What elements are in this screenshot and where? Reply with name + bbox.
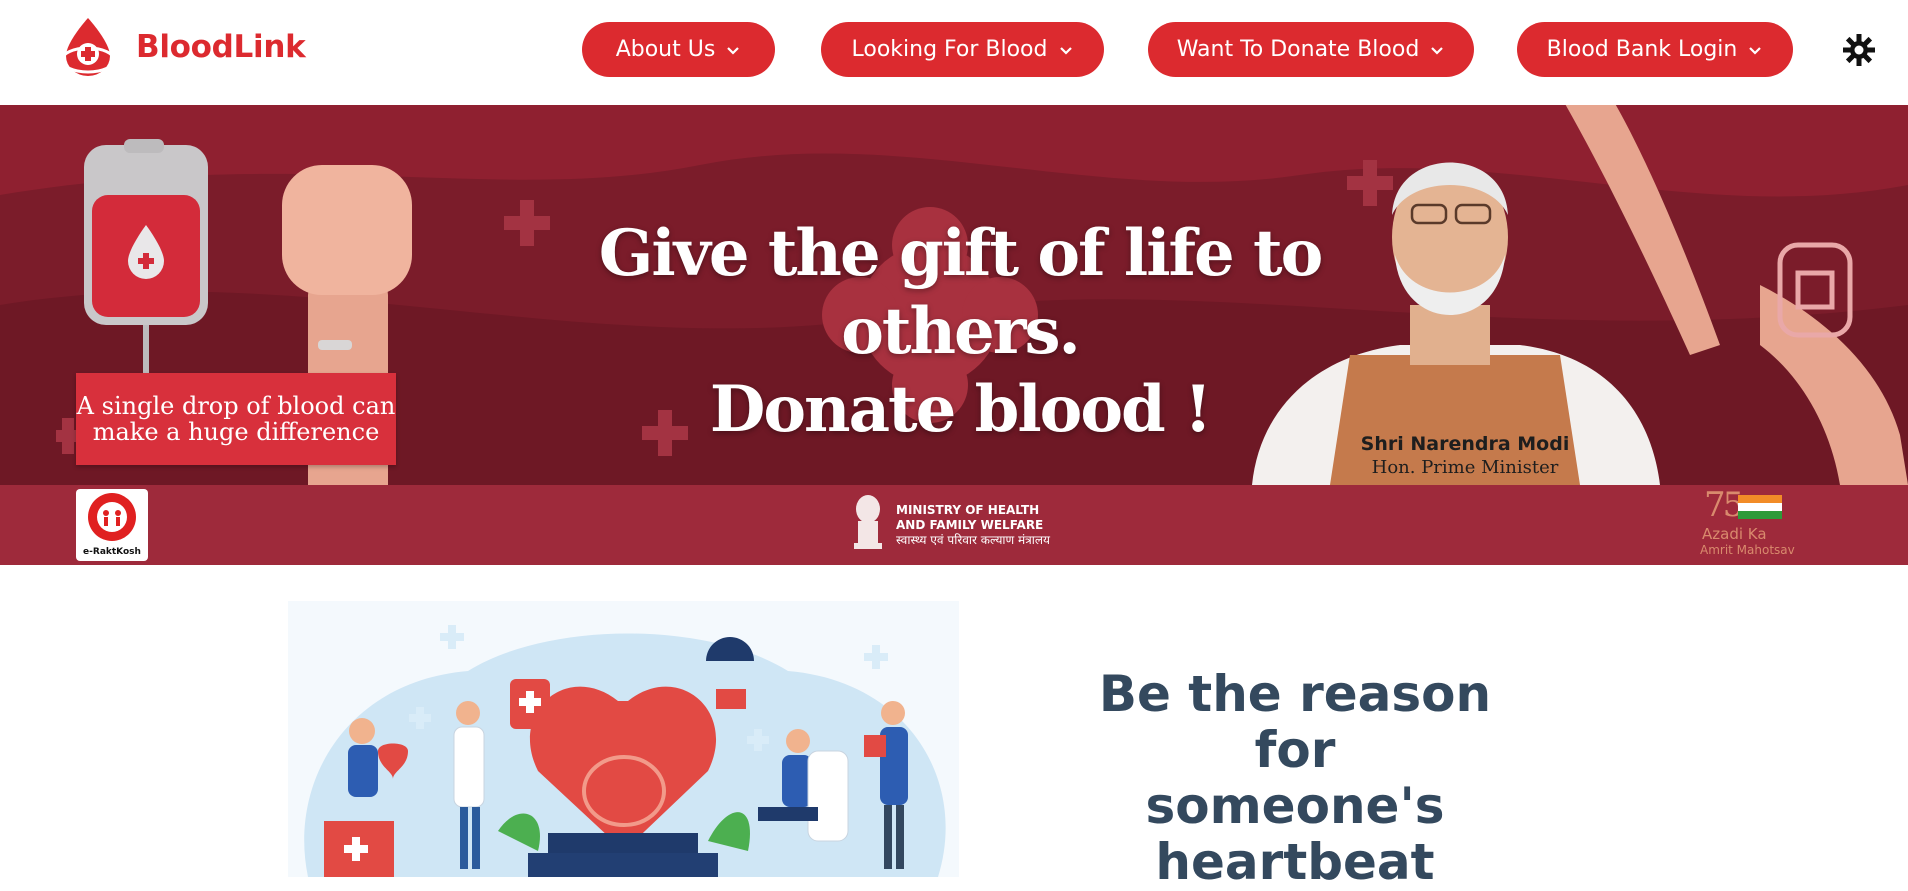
section-heading: Be the reason for someone's heartbeat xyxy=(1020,666,1570,890)
national-emblem-icon xyxy=(854,495,882,549)
azadi-line-2: Amrit Mahotsav xyxy=(1700,543,1795,557)
nav-blood-bank-login-button[interactable]: Blood Bank Login xyxy=(1517,22,1793,77)
tagline-line-2: make a huge difference xyxy=(92,418,380,446)
heading-line-1: Be the reason xyxy=(1098,665,1492,723)
nav-about-us-label: About Us xyxy=(615,37,716,62)
azadi-line-1: Azadi Ka xyxy=(1702,525,1767,543)
ministry-text: MINISTRY OF HEALTH AND FAMILY WELFARE स्… xyxy=(896,503,1050,548)
nav-blood-bank-login-label: Blood Bank Login xyxy=(1546,37,1738,62)
ministry-hindi-line: स्वास्थ्य एवं परिवार कल्याण मंत्रालय xyxy=(896,532,1051,547)
nhm-emblem-icon xyxy=(88,493,136,541)
nhm-erakthkosh-logo: e-RaktKosh xyxy=(76,489,148,561)
brand-name: BloodLink xyxy=(136,29,306,65)
tricolor-flag-icon xyxy=(1738,495,1782,519)
azadi-ka-amrit-mahotsav-logo: 75 Azadi Ka Amrit Mahotsav xyxy=(1698,485,1838,561)
nav-looking-for-blood-label: Looking For Blood xyxy=(851,37,1048,62)
chevron-down-icon xyxy=(727,46,740,55)
nav-about-us-button[interactable]: About Us xyxy=(582,22,775,77)
azadi-number: 75 xyxy=(1704,485,1744,525)
blood-drop-logo-icon xyxy=(60,18,116,76)
heading-line-2: for xyxy=(1254,721,1336,779)
nav-looking-for-blood-button[interactable]: Looking For Blood xyxy=(821,22,1104,77)
headline-line-1: Give the gift of life to others. xyxy=(598,216,1324,369)
nhm-logo-text: e-RaktKosh xyxy=(83,547,141,557)
ministry-line-2: AND FAMILY WELFARE xyxy=(896,517,1044,532)
heading-line-3: someone's heartbeat xyxy=(1145,777,1445,891)
blood-donation-scene-image xyxy=(304,625,946,877)
brand-logo[interactable]: BloodLink xyxy=(58,16,306,78)
banner-tagline: A single drop of blood can make a huge d… xyxy=(76,373,396,465)
ministry-logo: MINISTRY OF HEALTH AND FAMILY WELFARE स्… xyxy=(850,491,1050,559)
site-header: BloodLink About Us Looking For Blood Wan… xyxy=(0,0,1908,105)
person-title: Hon. Prime Minister xyxy=(1371,457,1559,478)
hero-banner: Give the gift of life to others. Donate … xyxy=(0,105,1908,565)
nav-want-to-donate-label: Want To Donate Blood xyxy=(1176,37,1420,62)
theme-toggle-gear-icon[interactable] xyxy=(1842,33,1876,67)
headline-line-2: Donate blood ! xyxy=(709,372,1212,447)
banner-headline: Give the gift of life to others. Donate … xyxy=(480,215,1440,449)
ministry-line-1: MINISTRY OF HEALTH xyxy=(896,502,1040,517)
chevron-down-icon xyxy=(1431,46,1444,55)
person-name: Shri Narendra Modi xyxy=(1360,433,1570,455)
chevron-down-icon xyxy=(1749,46,1762,55)
nav-want-to-donate-button[interactable]: Want To Donate Blood xyxy=(1148,22,1474,77)
tagline-line-1: A single drop of blood can xyxy=(76,392,396,420)
chevron-down-icon xyxy=(1059,46,1072,55)
donation-illustration xyxy=(288,601,959,877)
